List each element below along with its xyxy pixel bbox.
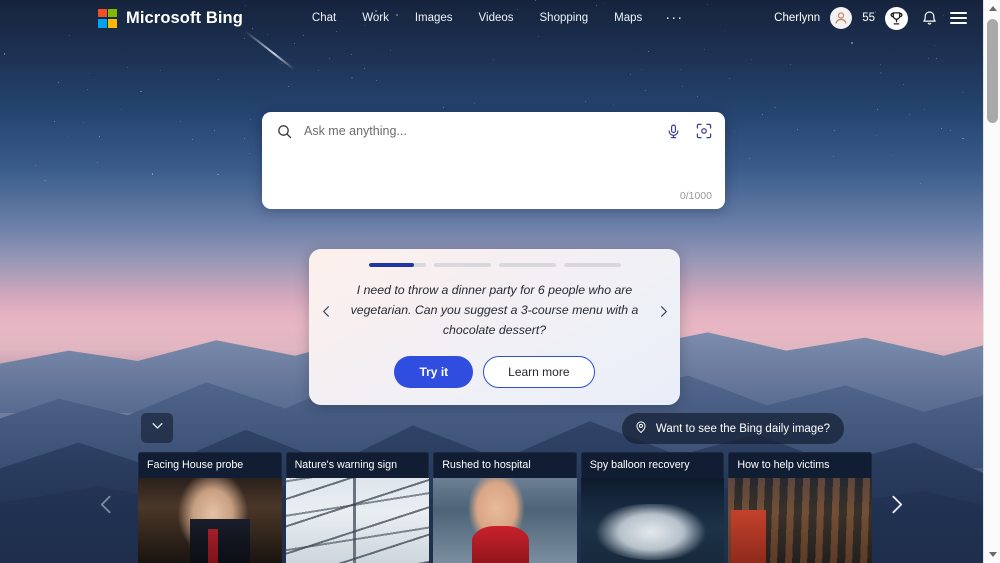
news-card-title: Facing House probe bbox=[138, 452, 282, 478]
visual-search-camera-icon[interactable] bbox=[695, 122, 713, 140]
brand-name-label: Microsoft Bing bbox=[126, 8, 243, 27]
top-navigation-bar: Microsoft Bing Chat Work Images Videos S… bbox=[0, 0, 983, 36]
microsoft-logo-icon bbox=[98, 8, 117, 28]
nav-link-shopping[interactable]: Shopping bbox=[527, 8, 602, 28]
nav-link-images[interactable]: Images bbox=[402, 8, 466, 28]
news-carousel: Facing House probe Nature's warning sign… bbox=[138, 452, 872, 563]
scrollbar-thumb[interactable] bbox=[987, 19, 998, 123]
nav-link-videos[interactable]: Videos bbox=[466, 8, 527, 28]
account-area: Cherlynn 55 bbox=[774, 6, 983, 30]
news-card-image bbox=[285, 478, 430, 563]
suggestion-prev-button[interactable] bbox=[309, 304, 343, 319]
news-card-title: How to help victims bbox=[728, 452, 872, 478]
nav-link-maps[interactable]: Maps bbox=[601, 8, 655, 28]
search-input[interactable] bbox=[304, 124, 664, 138]
news-card-image bbox=[580, 478, 725, 563]
search-input-row bbox=[262, 112, 725, 150]
rewards-points-label: 55 bbox=[862, 12, 875, 24]
search-box: 0/1000 bbox=[262, 112, 725, 209]
news-card-image bbox=[728, 478, 872, 563]
nav-links: Chat Work Images Videos Shopping Maps ··… bbox=[299, 8, 693, 28]
nav-link-chat[interactable]: Chat bbox=[299, 8, 349, 28]
news-card[interactable]: How to help victims bbox=[728, 452, 872, 563]
chevron-down-icon bbox=[150, 418, 165, 438]
news-card-title: Spy balloon recovery bbox=[580, 452, 725, 478]
character-counter: 0/1000 bbox=[679, 190, 712, 202]
daily-image-label: Want to see the Bing daily image? bbox=[655, 422, 830, 435]
ellipsis-icon[interactable]: ··· bbox=[655, 10, 693, 25]
bell-icon[interactable] bbox=[918, 7, 940, 29]
search-action-icons bbox=[664, 122, 713, 140]
news-card[interactable]: Facing House probe bbox=[138, 452, 282, 563]
suggestion-prompt-text: I need to throw a dinner party for 6 peo… bbox=[350, 283, 639, 338]
location-pin-icon bbox=[634, 420, 648, 437]
suggestion-body: I need to throw a dinner party for 6 peo… bbox=[309, 267, 680, 357]
news-card[interactable]: Nature's warning sign bbox=[285, 452, 430, 563]
username-label: Cherlynn bbox=[774, 12, 821, 24]
suggestion-actions: Try it Learn more bbox=[394, 356, 595, 388]
news-card-title: Rushed to hospital bbox=[433, 452, 577, 478]
news-card-image bbox=[433, 478, 577, 563]
microphone-icon[interactable] bbox=[664, 122, 682, 140]
scroll-up-arrow-icon[interactable] bbox=[984, 0, 1000, 17]
daily-image-prompt-button[interactable]: Want to see the Bing daily image? bbox=[621, 413, 844, 444]
expand-feed-button[interactable] bbox=[141, 413, 173, 443]
trophy-icon[interactable] bbox=[885, 6, 908, 30]
bing-brand-logo[interactable]: Microsoft Bing bbox=[98, 8, 243, 28]
page-scrollbar[interactable] bbox=[983, 0, 1000, 563]
suggestion-card: I need to throw a dinner party for 6 peo… bbox=[309, 249, 680, 405]
news-card-title: Nature's warning sign bbox=[285, 452, 430, 478]
search-icon bbox=[276, 123, 293, 140]
scroll-down-arrow-icon[interactable] bbox=[984, 546, 1000, 563]
suggestion-next-button[interactable] bbox=[646, 304, 680, 319]
nav-link-work[interactable]: Work bbox=[349, 8, 402, 28]
news-card[interactable]: Spy balloon recovery bbox=[580, 452, 725, 563]
carousel-next-button[interactable] bbox=[879, 487, 913, 521]
try-it-button[interactable]: Try it bbox=[394, 356, 474, 388]
hamburger-menu-icon[interactable] bbox=[950, 11, 967, 25]
news-card[interactable]: Rushed to hospital bbox=[433, 452, 577, 563]
carousel-prev-button[interactable] bbox=[89, 487, 123, 521]
learn-more-button[interactable]: Learn more bbox=[483, 356, 595, 388]
news-card-image bbox=[138, 478, 282, 563]
person-avatar-icon[interactable] bbox=[830, 7, 853, 29]
